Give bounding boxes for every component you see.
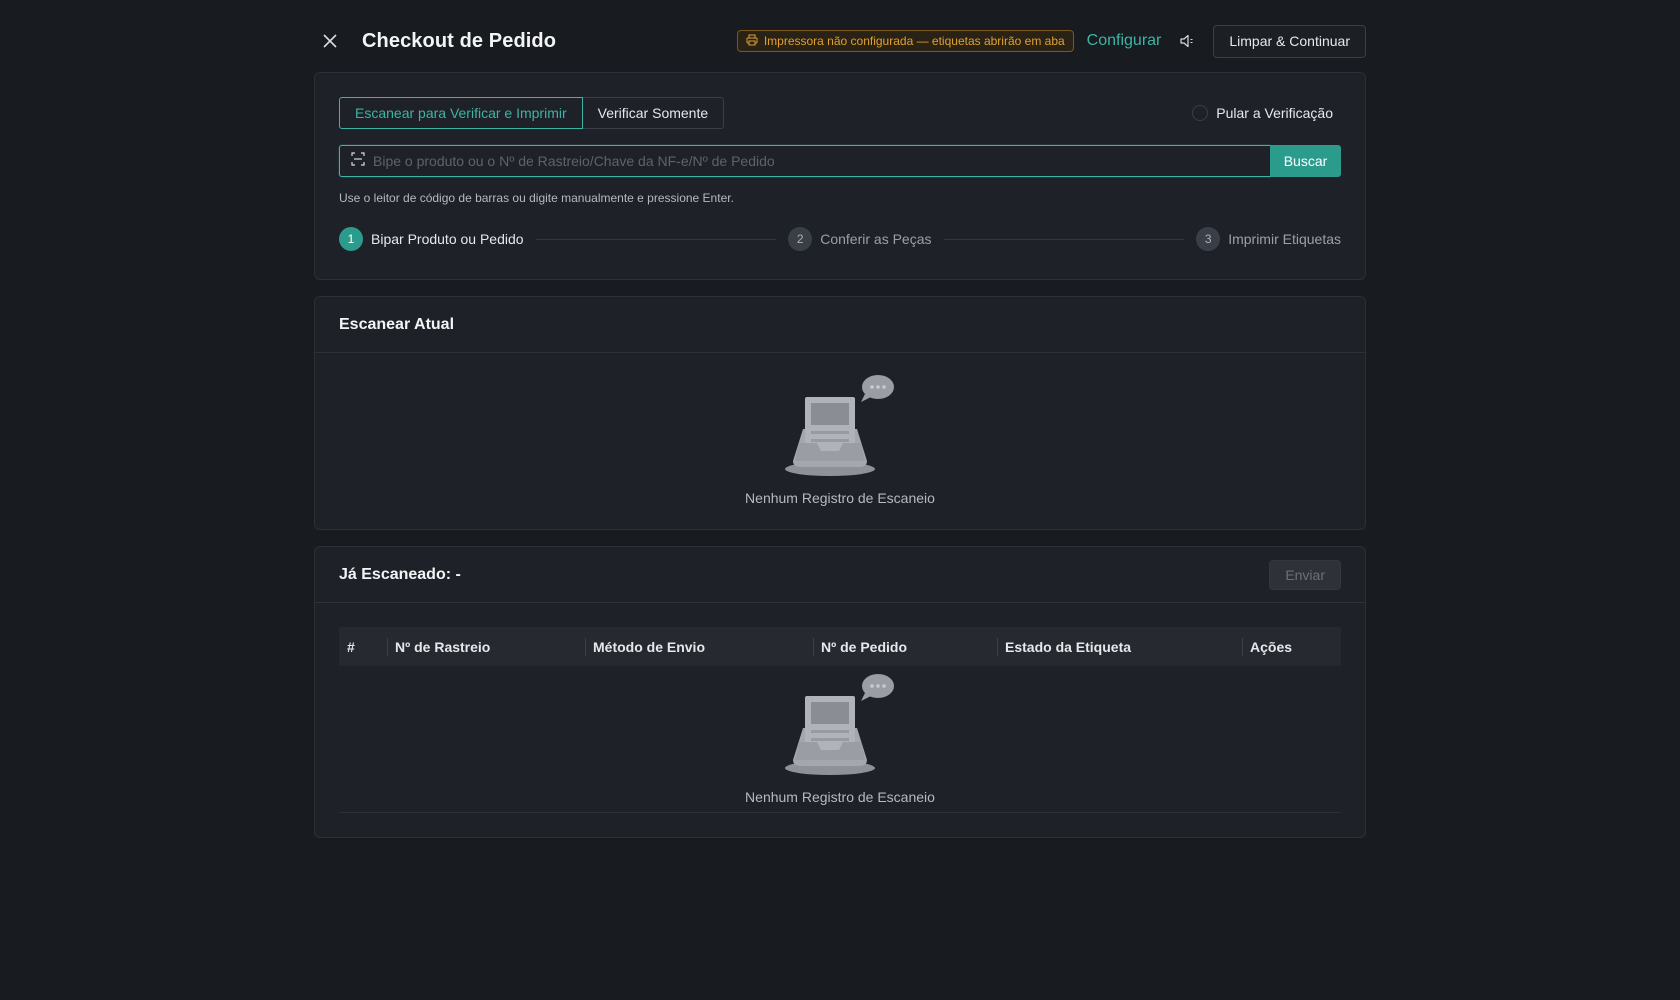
- column-actions: Ações: [1242, 627, 1341, 666]
- mode-segmented-control: Escanear para Verificar e Imprimir Verif…: [339, 97, 725, 129]
- printer-icon: [746, 34, 758, 49]
- page-title: Checkout de Pedido: [362, 29, 557, 52]
- step-label: Conferir as Peças: [820, 231, 932, 247]
- empty-message: Nenhum Registro de Escaneio: [745, 789, 935, 805]
- step-number: 2: [788, 227, 813, 251]
- scanned-card: Já Escaneado: - Enviar # Nº de Rastreio …: [314, 546, 1366, 838]
- skip-verification-label: Pular a Verificação: [1216, 105, 1333, 121]
- column-order-number: Nº de Pedido: [813, 627, 997, 666]
- close-icon[interactable]: [318, 29, 342, 53]
- step-1: 1 Bipar Produto ou Pedido: [339, 227, 524, 251]
- skip-verification-radio[interactable]: [1192, 105, 1209, 121]
- current-scan-title: Escanear Atual: [339, 315, 455, 333]
- step-3: 3 Imprimir Etiquetas: [1196, 227, 1341, 251]
- current-scan-card: Escanear Atual Nenhum Registro de Escane…: [314, 296, 1366, 530]
- mode-verify-only[interactable]: Verificar Somente: [582, 97, 725, 129]
- scanned-header: Já Escaneado: - Enviar: [315, 547, 1365, 603]
- skip-verification-toggle[interactable]: Pular a Verificação: [1192, 105, 1333, 121]
- page-header: Checkout de Pedido Impressora não config…: [314, 22, 1366, 60]
- step-label: Imprimir Etiquetas: [1228, 231, 1341, 247]
- checkout-page: Checkout de Pedido Impressora não config…: [314, 22, 1366, 838]
- clear-continue-button[interactable]: Limpar & Continuar: [1213, 24, 1366, 58]
- current-scan-empty: Nenhum Registro de Escaneio: [315, 353, 1365, 506]
- header-actions: Impressora não configurada — etiquetas a…: [736, 24, 1366, 58]
- column-shipping-method: Método de Envio: [585, 627, 813, 666]
- printer-warning-text: Impressora não configurada — etiquetas a…: [763, 34, 1065, 48]
- progress-steps: 1 Bipar Produto ou Pedido 2 Conferir as …: [339, 227, 1341, 251]
- empty-message: Nenhum Registro de Escaneio: [745, 490, 935, 506]
- search-button[interactable]: Buscar: [1270, 145, 1341, 177]
- step-connector: [535, 238, 777, 240]
- table-body-empty: Nenhum Registro de Escaneio: [339, 666, 1341, 813]
- barcode-scan-icon: [351, 151, 365, 171]
- step-2: 2 Conferir as Peças: [788, 227, 932, 251]
- column-label-status: Estado da Etiqueta: [997, 627, 1242, 666]
- search-box: [339, 145, 1270, 177]
- search-input[interactable]: [365, 146, 1270, 176]
- scanned-table: # Nº de Rastreio Método de Envio Nº de P…: [339, 627, 1341, 813]
- configure-link[interactable]: Configurar: [1087, 32, 1162, 50]
- step-number: 3: [1196, 227, 1221, 251]
- printer-warning-badge: Impressora não configurada — etiquetas a…: [736, 30, 1074, 52]
- mode-row: Escanear para Verificar e Imprimir Verif…: [339, 97, 1341, 129]
- speaker-icon[interactable]: [1175, 29, 1199, 53]
- step-number: 1: [339, 227, 363, 251]
- scan-card: Escanear para Verificar e Imprimir Verif…: [314, 72, 1366, 280]
- table-header: # Nº de Rastreio Método de Envio Nº de P…: [339, 627, 1341, 666]
- empty-inbox-icon: [785, 674, 895, 783]
- search-hint: Use o leitor de código de barras ou digi…: [339, 191, 734, 205]
- column-tracking: Nº de Rastreio: [387, 627, 585, 666]
- step-label: Bipar Produto ou Pedido: [371, 231, 524, 247]
- step-connector: [943, 238, 1185, 240]
- mode-scan-verify-print[interactable]: Escanear para Verificar e Imprimir: [339, 97, 583, 129]
- search-row: Buscar: [339, 145, 1341, 177]
- send-button[interactable]: Enviar: [1269, 559, 1341, 590]
- empty-inbox-icon: [785, 375, 895, 484]
- scanned-title: Já Escaneado: -: [339, 565, 461, 583]
- current-scan-header: Escanear Atual: [315, 297, 1365, 353]
- column-index: #: [347, 638, 355, 655]
